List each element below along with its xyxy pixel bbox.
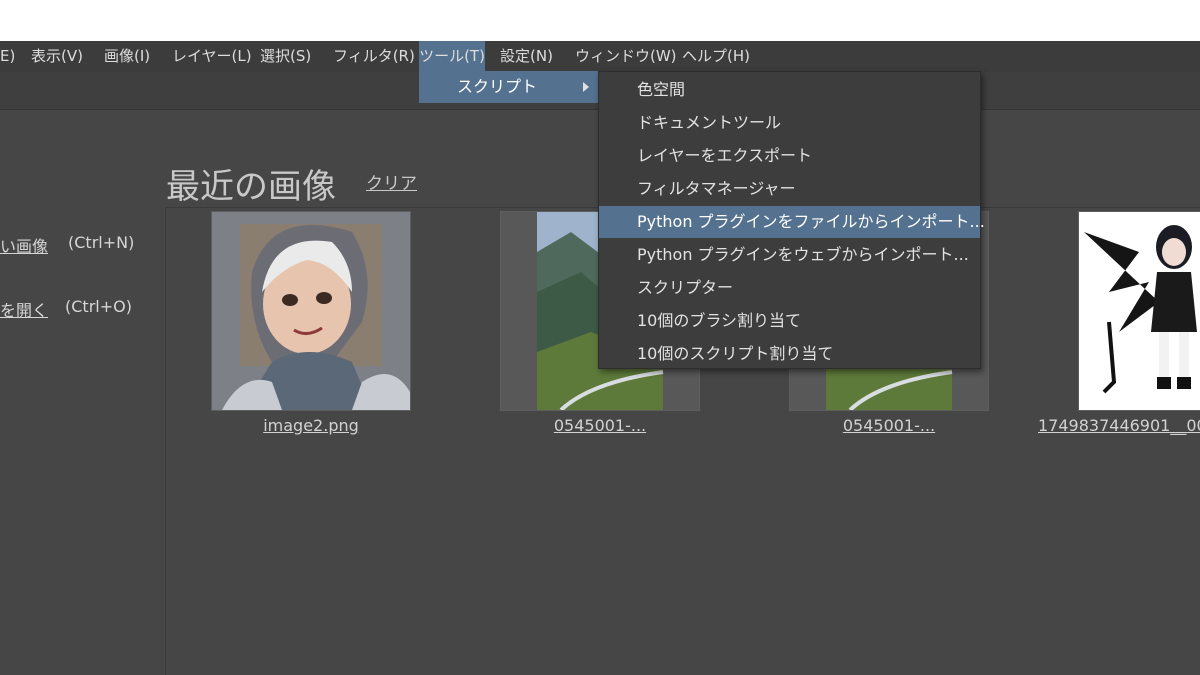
recent-images-title: 最近の画像 — [166, 167, 336, 207]
portrait-thumbnail — [212, 212, 410, 410]
menu-window[interactable]: ウィンドウ(W) — [575, 41, 677, 72]
open-file-shortcut: (Ctrl+O) — [65, 297, 132, 316]
tools-menu-scripts[interactable]: スクリプト — [419, 71, 599, 103]
menu-file[interactable]: E) — [0, 41, 15, 72]
script-item-document-tools[interactable]: ドキュメントツール — [599, 107, 980, 139]
submenu-arrow-icon — [583, 82, 589, 92]
new-image-shortcut: (Ctrl+N) — [68, 233, 135, 252]
script-item-import-plugin-web[interactable]: Python プラグインをウェブからインポート... — [599, 239, 980, 271]
menu-select[interactable]: 選択(S) — [260, 41, 311, 72]
menu-settings[interactable]: 設定(N) — [500, 41, 553, 72]
menubar: E) 表示(V) 画像(I) レイヤー(L) 選択(S) フィルタ(R) ツール… — [0, 41, 1200, 72]
script-item-scripter[interactable]: スクリプター — [599, 272, 980, 304]
menu-tools[interactable]: ツール(T) — [419, 41, 485, 72]
menu-layer[interactable]: レイヤー(L) — [172, 41, 252, 72]
menu-image[interactable]: 画像(I) — [104, 41, 150, 72]
recent-thumb-1[interactable] — [211, 211, 411, 411]
script-item-import-plugin-file[interactable]: Python プラグインをファイルからインポート... — [599, 206, 985, 238]
recent-caption-1[interactable]: image2.png — [211, 416, 411, 435]
krita-window: E) 表示(V) 画像(I) レイヤー(L) 選択(S) フィルタ(R) ツール… — [0, 41, 1200, 675]
menu-help[interactable]: ヘルプ(H) — [682, 41, 750, 72]
recent-caption-2[interactable]: 0545001-... — [500, 416, 700, 435]
scripts-submenu: 色空間 ドキュメントツール レイヤーをエクスポート フィルタマネージャー Pyt… — [598, 71, 985, 370]
script-item-color-space[interactable]: 色空間 — [599, 74, 980, 106]
scripts-label: スクリプト — [457, 77, 538, 96]
recent-caption-4[interactable]: 1749837446901__00 — [1038, 416, 1200, 435]
new-image-link[interactable]: い画像 — [0, 233, 48, 257]
open-file-label[interactable]: を開く — [0, 301, 48, 320]
open-file-link[interactable]: を開く — [0, 297, 48, 321]
clear-recent-link[interactable]: クリア — [366, 169, 417, 194]
script-item-export-layers[interactable]: レイヤーをエクスポート — [599, 140, 980, 172]
recent-caption-3[interactable]: 0545001-... — [789, 416, 989, 435]
menu-view[interactable]: 表示(V) — [31, 41, 83, 72]
script-item-ten-scripts[interactable]: 10個のスクリプト割り当て — [599, 338, 980, 370]
new-image-label[interactable]: い画像 — [0, 237, 48, 256]
recent-thumb-4[interactable] — [1078, 211, 1200, 411]
character-thumbnail — [1079, 212, 1200, 410]
script-item-ten-brushes[interactable]: 10個のブラシ割り当て — [599, 305, 980, 337]
script-item-filter-manager[interactable]: フィルタマネージャー — [599, 173, 980, 205]
menu-filter[interactable]: フィルタ(R) — [333, 41, 415, 72]
